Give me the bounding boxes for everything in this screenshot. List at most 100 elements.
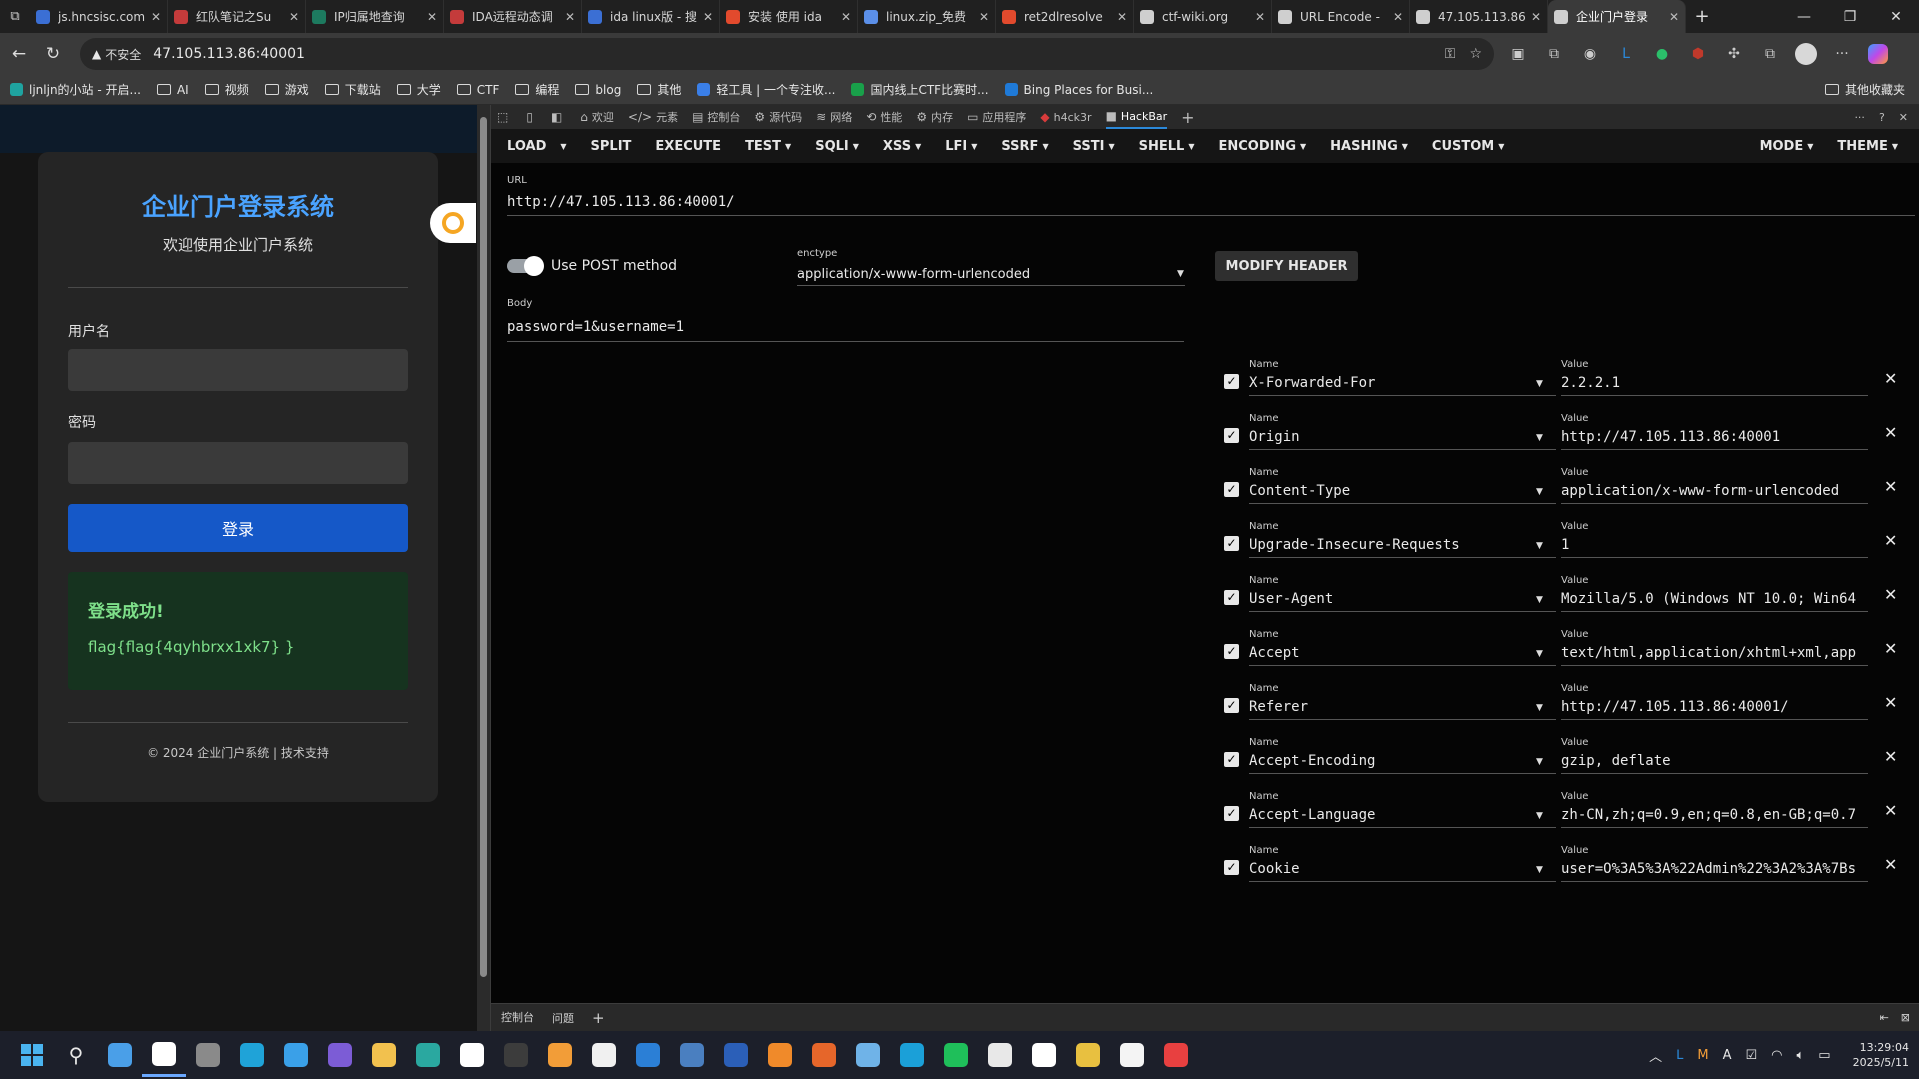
header-name-dropdown-icon[interactable]: ▼ bbox=[1536, 703, 1543, 713]
header-value-input[interactable]: 2.2.2.1 bbox=[1561, 375, 1869, 391]
taskbar-app-icon[interactable] bbox=[1022, 1033, 1066, 1077]
wifi-icon[interactable]: ◠ bbox=[1771, 1048, 1782, 1063]
header-value-input[interactable]: gzip, deflate bbox=[1561, 753, 1869, 769]
header-name-input[interactable]: Accept-Encoding bbox=[1249, 753, 1551, 769]
taskbar-app-icon[interactable] bbox=[494, 1033, 538, 1077]
devtools-tab[interactable]: ◆ h4ck3r bbox=[1040, 110, 1091, 124]
header-enabled-checkbox[interactable]: ✓ bbox=[1224, 428, 1239, 443]
sidebar-toggle-icon[interactable]: ◧ bbox=[551, 110, 566, 124]
header-enabled-checkbox[interactable]: ✓ bbox=[1224, 860, 1239, 875]
header-name-dropdown-icon[interactable]: ▼ bbox=[1536, 649, 1543, 659]
more-menu-icon[interactable]: ··· bbox=[1824, 36, 1860, 72]
devtools-tab[interactable]: ⌂ 欢迎 bbox=[580, 109, 614, 125]
taskbar-app-icon[interactable] bbox=[274, 1033, 318, 1077]
floating-assistant-button[interactable] bbox=[430, 203, 476, 243]
taskbar-app-icon[interactable] bbox=[714, 1033, 758, 1077]
browser-tab[interactable]: linux.zip_免费 ✕ bbox=[858, 0, 996, 33]
taskbar-app-icon[interactable] bbox=[934, 1033, 978, 1077]
hackbar-menu-split[interactable]: SPLIT bbox=[591, 139, 632, 154]
remove-header-icon[interactable]: ✕ bbox=[1884, 585, 1897, 604]
taskbar-app-icon[interactable] bbox=[802, 1033, 846, 1077]
key-icon[interactable]: ⚿ bbox=[1445, 46, 1456, 62]
bookmark-item[interactable]: CTF bbox=[456, 83, 499, 97]
browser-tab[interactable]: URL Encode - ✕ bbox=[1272, 0, 1410, 33]
body-input[interactable]: password=1&username=1 bbox=[507, 319, 684, 335]
hackbar-menu-xss[interactable]: XSS ▼ bbox=[883, 139, 921, 154]
header-name-input[interactable]: Upgrade-Insecure-Requests bbox=[1249, 537, 1551, 553]
taskbar-app-icon[interactable] bbox=[626, 1033, 670, 1077]
username-input[interactable] bbox=[68, 349, 408, 391]
bookmark-item[interactable]: 游戏 bbox=[264, 81, 309, 98]
login-button[interactable]: 登录 bbox=[68, 504, 408, 552]
taskbar-app-icon[interactable] bbox=[230, 1033, 274, 1077]
tray-overflow-icon[interactable]: ︿ bbox=[1649, 1046, 1662, 1065]
hackbar-menu-hashing[interactable]: HASHING ▼ bbox=[1330, 139, 1408, 154]
header-value-input[interactable]: Mozilla/5.0 (Windows NT 10.0; Win64 bbox=[1561, 591, 1869, 607]
hackbar-menu-encoding[interactable]: ENCODING ▼ bbox=[1218, 139, 1306, 154]
extension-icon-1[interactable]: ▣ bbox=[1500, 36, 1536, 72]
browser-tab[interactable]: IDA远程动态调 ✕ bbox=[444, 0, 582, 33]
header-value-input[interactable]: http://47.105.113.86:40001/ bbox=[1561, 699, 1869, 715]
remove-header-icon[interactable]: ✕ bbox=[1884, 747, 1897, 766]
other-bookmarks-folder[interactable]: 其他收藏夹 bbox=[1824, 81, 1905, 98]
tab-close-icon[interactable]: ✕ bbox=[841, 10, 851, 24]
header-enabled-checkbox[interactable]: ✓ bbox=[1224, 482, 1239, 497]
browser-tab[interactable]: 红队笔记之Su ✕ bbox=[168, 0, 306, 33]
collections-icon[interactable]: ⧉ bbox=[1752, 36, 1788, 72]
devtools-tab[interactable]: ⟲ 性能 bbox=[866, 109, 902, 125]
add-panel-icon[interactable]: + bbox=[1181, 108, 1194, 127]
devtools-tab[interactable]: ≋ 网络 bbox=[816, 109, 852, 125]
volume-icon[interactable]: 🔈︎ bbox=[1796, 1048, 1804, 1063]
header-value-input[interactable]: http://47.105.113.86:40001 bbox=[1561, 429, 1869, 445]
header-name-input[interactable]: Accept bbox=[1249, 645, 1551, 661]
header-name-input[interactable]: Cookie bbox=[1249, 861, 1551, 877]
address-bar[interactable]: ▲ 不安全 47.105.113.86:40001 ⚿ ☆ bbox=[80, 38, 1494, 70]
header-enabled-checkbox[interactable]: ✓ bbox=[1224, 536, 1239, 551]
tab-close-icon[interactable]: ✕ bbox=[1669, 10, 1679, 24]
taskbar-app-icon[interactable] bbox=[1110, 1033, 1154, 1077]
favorite-star-icon[interactable]: ☆ bbox=[1469, 46, 1482, 62]
workspaces-icon[interactable]: ⧉ bbox=[0, 0, 30, 33]
bookmark-item[interactable]: 编程 bbox=[515, 81, 559, 98]
hackbar-menu-mode[interactable]: MODE ▼ bbox=[1760, 139, 1814, 154]
taskbar-app-icon[interactable] bbox=[758, 1033, 802, 1077]
devtools-tab[interactable]: ⚙ 内存 bbox=[916, 109, 953, 125]
inspect-icon[interactable]: ⬚ bbox=[497, 110, 512, 124]
scrollbar-thumb[interactable] bbox=[480, 117, 487, 977]
header-enabled-checkbox[interactable]: ✓ bbox=[1224, 698, 1239, 713]
header-name-input[interactable]: Accept-Language bbox=[1249, 807, 1551, 823]
remove-header-icon[interactable]: ✕ bbox=[1884, 423, 1897, 442]
page-scrollbar[interactable] bbox=[477, 105, 490, 1031]
taskbar-app-icon[interactable] bbox=[98, 1033, 142, 1077]
header-value-input[interactable]: zh-CN,zh;q=0.9,en;q=0.8,en-GB;q=0.7 bbox=[1561, 807, 1869, 823]
browser-tab[interactable]: IP归属地查询 ✕ bbox=[306, 0, 444, 33]
remove-header-icon[interactable]: ✕ bbox=[1884, 639, 1897, 658]
drawer-add-icon[interactable]: + bbox=[592, 1009, 605, 1027]
bookmark-item[interactable]: Bing Places for Busi... bbox=[1004, 83, 1153, 97]
header-name-input[interactable]: Referer bbox=[1249, 699, 1551, 715]
header-name-input[interactable]: Origin bbox=[1249, 429, 1551, 445]
tab-close-icon[interactable]: ✕ bbox=[1531, 10, 1541, 24]
hackbar-menu-execute[interactable]: EXECUTE bbox=[655, 139, 721, 154]
header-enabled-checkbox[interactable]: ✓ bbox=[1224, 752, 1239, 767]
header-name-dropdown-icon[interactable]: ▼ bbox=[1536, 865, 1543, 875]
remove-header-icon[interactable]: ✕ bbox=[1884, 369, 1897, 388]
tab-close-icon[interactable]: ✕ bbox=[979, 10, 989, 24]
url-input[interactable]: http://47.105.113.86:40001/ bbox=[507, 194, 735, 210]
hackbar-menu-ssti[interactable]: SSTI ▼ bbox=[1073, 139, 1115, 154]
hackbar-menu-load[interactable]: LOAD ▼ bbox=[507, 139, 567, 154]
remove-header-icon[interactable]: ✕ bbox=[1884, 855, 1897, 874]
devtools-tab[interactable]: ▤ 控制台 bbox=[692, 109, 740, 125]
header-enabled-checkbox[interactable]: ✓ bbox=[1224, 644, 1239, 659]
taskbar-app-icon[interactable] bbox=[318, 1033, 362, 1077]
bookmark-item[interactable]: blog bbox=[575, 83, 621, 97]
header-value-input[interactable]: text/html,application/xhtml+xml,app bbox=[1561, 645, 1869, 661]
extensions-icon[interactable]: ✣ bbox=[1716, 36, 1752, 72]
hackbar-menu-lfi[interactable]: LFI ▼ bbox=[945, 139, 977, 154]
tab-close-icon[interactable]: ✕ bbox=[1117, 10, 1127, 24]
copilot-icon[interactable] bbox=[1860, 36, 1896, 72]
post-method-toggle[interactable] bbox=[507, 256, 544, 276]
header-enabled-checkbox[interactable]: ✓ bbox=[1224, 590, 1239, 605]
browser-tab[interactable]: js.hncsisc.com ✕ bbox=[30, 0, 168, 33]
hackbar-menu-custom[interactable]: CUSTOM ▼ bbox=[1432, 139, 1504, 154]
